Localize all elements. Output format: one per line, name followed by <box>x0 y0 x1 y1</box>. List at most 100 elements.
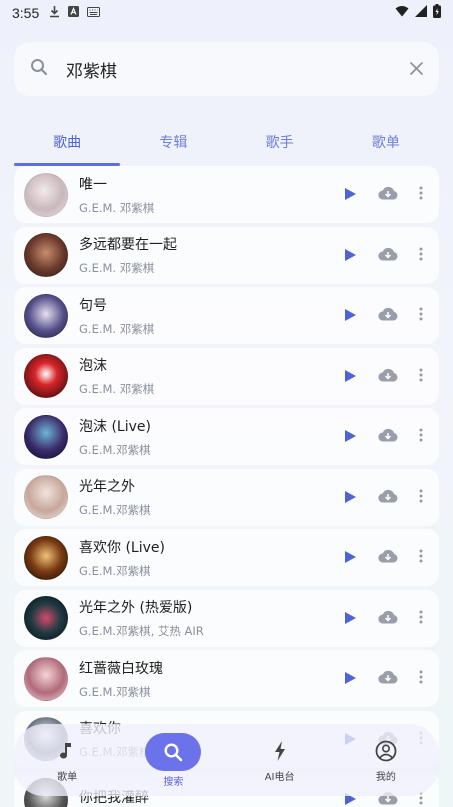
song-row[interactable]: 光年之外 (热爱版) G.E.M.邓紫棋, 艾热 AIR <box>14 589 439 647</box>
tab-artists[interactable]: 歌手 <box>227 122 333 164</box>
more-options-button[interactable] <box>413 605 429 631</box>
song-meta: 多远都要在一起 G.E.M. 邓紫棋 <box>79 234 337 276</box>
song-row[interactable]: 喜欢你 (Live) G.E.M.邓紫棋 <box>14 529 439 586</box>
play-button[interactable] <box>337 424 363 450</box>
song-row[interactable]: 句号 G.E.M. 邓紫棋 <box>14 287 439 344</box>
download-button[interactable] <box>375 484 401 510</box>
song-title: 光年之外 (热爱版) <box>79 600 193 616</box>
search-input[interactable]: 邓紫棋 <box>66 57 117 82</box>
play-button[interactable] <box>337 303 363 329</box>
cloud-download-icon <box>378 367 398 386</box>
search-icon <box>30 58 48 80</box>
album-cover <box>24 656 68 701</box>
more-vertical-icon <box>419 367 423 386</box>
song-row[interactable]: 多远都要在一起 G.E.M. 邓紫棋 <box>14 226 439 284</box>
nav-ai-radio[interactable]: AI电台 <box>227 738 333 783</box>
wifi-icon <box>395 5 409 21</box>
song-actions <box>337 363 429 389</box>
more-options-button[interactable] <box>413 242 429 268</box>
more-vertical-icon <box>419 669 423 688</box>
play-icon <box>344 609 356 628</box>
more-vertical-icon <box>419 548 423 567</box>
play-button[interactable] <box>337 605 363 631</box>
song-artist: G.E.M. 邓紫棋 <box>79 382 155 396</box>
album-cover <box>24 233 68 277</box>
download-button[interactable] <box>375 182 401 208</box>
song-actions <box>337 605 429 631</box>
download-button[interactable] <box>375 605 401 631</box>
play-button[interactable] <box>337 666 363 692</box>
status-time: 3:55 <box>12 5 40 21</box>
cloud-download-icon <box>378 306 398 325</box>
cloud-download-icon <box>378 427 398 446</box>
cloud-download-icon <box>378 609 398 628</box>
nav-mine[interactable]: 我的 <box>333 738 439 783</box>
play-button[interactable] <box>337 242 363 268</box>
song-artist: G.E.M.邓紫棋 <box>79 503 151 517</box>
download-status-icon <box>49 5 60 21</box>
play-icon <box>344 306 356 325</box>
song-artist: G.E.M.邓紫棋 <box>79 684 151 699</box>
more-options-button[interactable] <box>413 666 429 692</box>
album-cover <box>24 475 68 519</box>
bottom-nav: 歌单 搜索 AI电台 我的 <box>14 724 439 796</box>
more-vertical-icon <box>419 609 423 628</box>
play-icon <box>344 427 356 446</box>
play-button[interactable] <box>337 363 363 389</box>
more-options-button[interactable] <box>413 182 429 208</box>
more-options-button[interactable] <box>413 303 429 329</box>
download-button[interactable] <box>375 363 401 389</box>
cloud-download-icon <box>378 185 398 204</box>
song-row[interactable]: 泡沫 G.E.M. 邓紫棋 <box>14 347 439 405</box>
song-actions <box>337 666 429 692</box>
song-list: 唯一 G.E.M. 邓紫棋多远都要在一起 G.E.M. 邓紫棋句号 G.E.M. 邓紫… <box>14 166 439 807</box>
album-cover <box>24 414 68 459</box>
download-button[interactable] <box>375 303 401 329</box>
bolt-icon <box>274 738 286 764</box>
nav-search[interactable]: 搜索 <box>120 732 226 788</box>
play-button[interactable] <box>337 545 363 571</box>
play-button[interactable] <box>337 484 363 510</box>
song-meta: 红蔷薇白玫瑰 G.E.M.邓紫棋 <box>79 658 337 700</box>
tab-playlists[interactable]: 歌单 <box>333 122 439 164</box>
download-button[interactable] <box>375 424 401 450</box>
song-meta: 光年之外 (热爱版) G.E.M.邓紫棋, 艾热 AIR <box>79 597 337 639</box>
app-a-status-icon <box>68 6 80 20</box>
signal-icon <box>415 5 427 21</box>
song-artist: G.E.M.邓紫棋 <box>79 563 151 578</box>
song-artist: G.E.M. 邓紫棋 <box>79 321 155 336</box>
tab-songs[interactable]: 歌曲 <box>14 122 121 166</box>
song-actions <box>337 303 429 329</box>
song-artist: G.E.M. 邓紫棋 <box>79 261 155 275</box>
song-actions <box>337 242 429 268</box>
play-icon <box>344 367 356 386</box>
song-row[interactable]: 红蔷薇白玫瑰 G.E.M.邓紫棋 <box>14 650 439 707</box>
nav-playlists-label: 歌单 <box>57 771 78 783</box>
cloud-download-icon <box>378 669 398 688</box>
nav-mine-label: 我的 <box>375 771 396 783</box>
play-icon <box>344 488 356 507</box>
song-row[interactable]: 唯一 G.E.M. 邓紫棋 <box>14 166 439 223</box>
tab-albums[interactable]: 专辑 <box>120 122 226 164</box>
search-bar[interactable]: 邓紫棋 <box>14 42 439 96</box>
more-options-button[interactable] <box>413 424 429 450</box>
album-cover <box>24 172 68 217</box>
download-button[interactable] <box>375 545 401 571</box>
song-title: 句号 <box>79 297 107 314</box>
nav-playlists[interactable]: 歌单 <box>14 738 120 783</box>
song-row[interactable]: 泡沫 (Live) G.E.M.邓紫棋 <box>14 408 439 465</box>
cloud-download-icon <box>378 488 398 507</box>
play-button[interactable] <box>337 182 363 208</box>
more-options-button[interactable] <box>413 363 429 389</box>
song-title: 光年之外 <box>79 479 135 495</box>
more-options-button[interactable] <box>413 545 429 571</box>
search-icon <box>145 732 202 771</box>
clear-search-button[interactable] <box>410 59 423 80</box>
song-actions <box>337 484 429 510</box>
more-options-button[interactable] <box>413 484 429 510</box>
more-vertical-icon <box>419 427 423 446</box>
song-row[interactable]: 光年之外 G.E.M.邓紫棋 <box>14 468 439 526</box>
nav-search-label: 搜索 <box>163 776 184 788</box>
download-button[interactable] <box>375 242 401 268</box>
download-button[interactable] <box>375 666 401 692</box>
